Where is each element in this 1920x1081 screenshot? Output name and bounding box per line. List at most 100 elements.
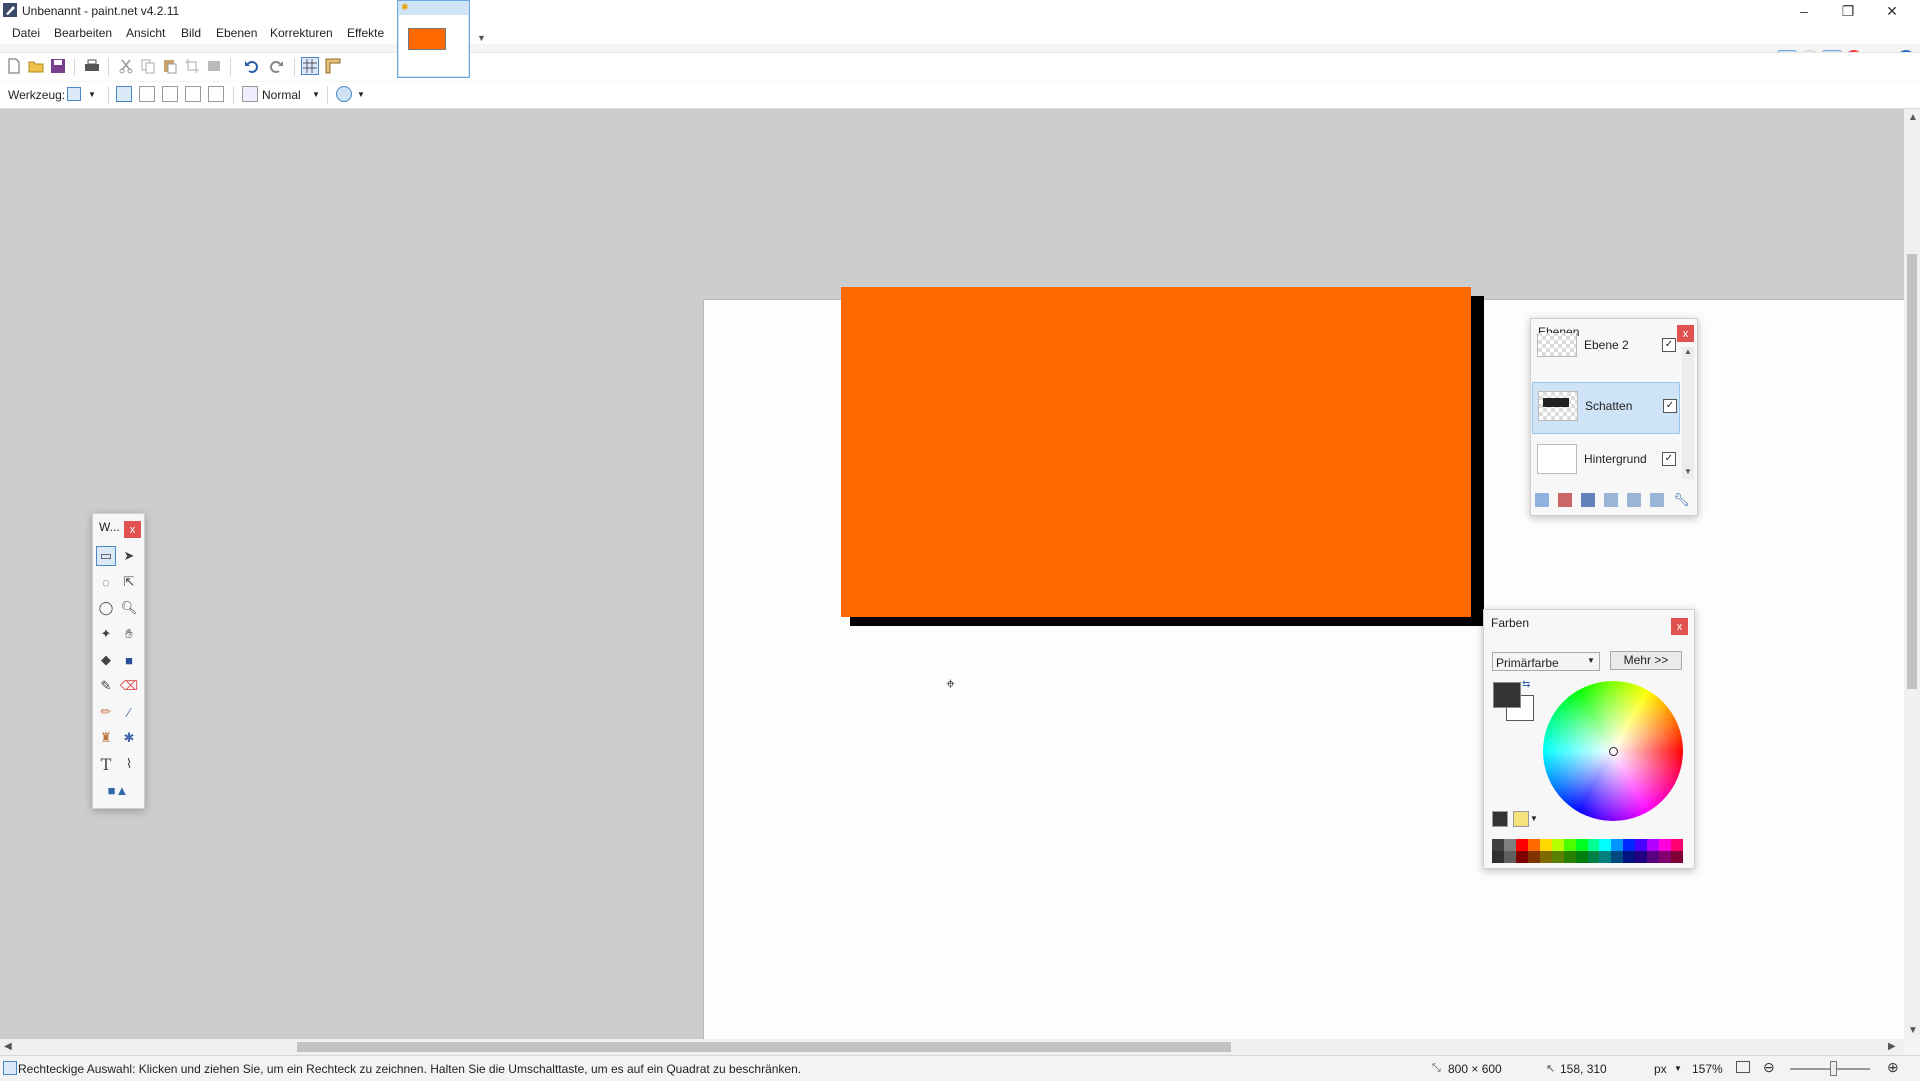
save-icon[interactable] <box>50 58 66 74</box>
unit-dropdown-icon[interactable]: ▼ <box>1674 1064 1682 1073</box>
crop-to-selection-icon[interactable] <box>184 58 200 74</box>
open-folder-icon[interactable] <box>28 58 44 74</box>
unit-select[interactable]: px <box>1654 1062 1667 1076</box>
lasso-select-tool-icon[interactable]: ◌ <box>96 572 116 592</box>
selection-quality-icon[interactable] <box>242 86 258 102</box>
duplicate-layer-icon[interactable] <box>1581 493 1595 507</box>
merge-layer-down-icon[interactable] <box>1604 493 1618 507</box>
pencil-tool-icon[interactable]: ✏︎ <box>96 702 116 722</box>
menu-bild[interactable]: Bild <box>181 26 201 40</box>
colors-window-close-button[interactable]: x <box>1671 618 1688 635</box>
layers-scrollbar[interactable]: ▲ ▼ <box>1682 347 1694 479</box>
zoom-tool-icon[interactable]: 🔍︎ <box>119 598 139 618</box>
move-selection-tool-icon[interactable]: ⇱ <box>119 572 139 592</box>
selection-mode-invert-icon[interactable] <box>208 86 224 102</box>
swap-colors-icon[interactable]: ⇆ <box>1522 679 1530 690</box>
selection-quality-select[interactable]: Normal <box>262 88 301 102</box>
recolor-tool-icon[interactable]: ✱ <box>119 728 139 748</box>
layer-thumbnail <box>1538 391 1578 421</box>
tool-dropdown-icon[interactable]: ▼ <box>88 90 96 99</box>
paintbrush-tool-icon[interactable]: ✎ <box>96 676 116 696</box>
cut-icon[interactable] <box>118 58 134 74</box>
more-button[interactable]: Mehr >> <box>1610 651 1682 670</box>
selection-mode-exclude-icon[interactable] <box>162 86 178 102</box>
menu-ebenen[interactable]: Ebenen <box>216 26 257 40</box>
zoom-slider-handle[interactable] <box>1830 1061 1837 1076</box>
move-selected-tool-icon[interactable]: ➤ <box>119 546 139 566</box>
palette-dropdown-icon[interactable]: ▼ <box>1530 814 1538 823</box>
palette-options-icon[interactable] <box>1492 811 1508 827</box>
paste-icon[interactable] <box>162 58 178 74</box>
menu-ansicht[interactable]: Ansicht <box>126 26 165 40</box>
color-wheel-marker[interactable] <box>1609 747 1618 756</box>
layers-scroll-up-icon[interactable]: ▲ <box>1684 347 1692 356</box>
minimize-button[interactable]: – <box>1782 0 1826 22</box>
zoom-to-window-icon[interactable] <box>1736 1061 1750 1073</box>
redo-icon[interactable] <box>268 58 284 74</box>
quality-dropdown-icon[interactable]: ▼ <box>312 90 320 99</box>
undo-icon[interactable] <box>244 58 260 74</box>
layer-properties-icon[interactable]: 🔧︎ <box>1673 493 1690 507</box>
scroll-left-icon[interactable]: ◀ <box>4 1041 12 1052</box>
menu-korrekturen[interactable]: Korrekturen <box>270 26 333 40</box>
shapes-tool-icon[interactable]: ■▲ <box>101 780 135 800</box>
selection-mode-union-icon[interactable] <box>139 86 155 102</box>
selection-mode-intersect-icon[interactable] <box>185 86 201 102</box>
color-palette[interactable] <box>1492 839 1683 863</box>
color-mode-select[interactable]: Primärfarbe ▼ <box>1492 652 1600 671</box>
layers-scroll-down-icon[interactable]: ▼ <box>1684 467 1692 476</box>
horizontal-scroll-thumb[interactable] <box>297 1042 1231 1052</box>
add-layer-icon[interactable] <box>1535 493 1549 507</box>
zoom-out-icon[interactable]: ⊖ <box>1763 1059 1775 1076</box>
color-picker-tool-icon[interactable]: ⁄ <box>119 702 139 722</box>
menu-datei[interactable]: Datei <box>12 26 40 40</box>
rectangle-select-tool-icon[interactable]: ▭ <box>96 546 116 566</box>
close-window-button[interactable]: ✕ <box>1870 0 1914 22</box>
delete-layer-icon[interactable] <box>1558 493 1572 507</box>
layer-row-ebene-2[interactable]: Ebene 2 ✓ <box>1532 333 1680 365</box>
clone-stamp-tool-icon[interactable]: ♜ <box>96 728 116 748</box>
deselect-icon[interactable] <box>206 58 222 74</box>
primary-color-swatch[interactable] <box>1493 682 1521 708</box>
image-tab-thumbnail[interactable]: ✱ <box>397 0 470 78</box>
selection-mode-replace-icon[interactable] <box>116 86 132 102</box>
tools-window-close-button[interactable]: x <box>124 521 141 538</box>
scroll-right-icon[interactable]: ▶ <box>1888 1041 1896 1052</box>
antialiasing-dropdown-icon[interactable]: ▼ <box>357 90 365 99</box>
copy-icon[interactable] <box>140 58 156 74</box>
vertical-scroll-thumb[interactable] <box>1907 254 1917 689</box>
layer-row-schatten[interactable]: Schatten ✓ <box>1532 382 1680 434</box>
scroll-down-icon[interactable]: ▼ <box>1908 1025 1918 1036</box>
ellipse-select-tool-icon[interactable]: ◯ <box>96 598 116 618</box>
current-tool-rect-select-icon[interactable] <box>67 87 81 101</box>
menu-effekte[interactable]: Effekte <box>347 26 384 40</box>
pixel-grid-icon[interactable] <box>301 57 319 75</box>
paint-bucket-tool-icon[interactable]: ◆ <box>96 650 116 670</box>
zoom-in-icon[interactable]: ⊕ <box>1887 1059 1899 1076</box>
vertical-scrollbar[interactable]: ▲ ▼ <box>1904 109 1920 1039</box>
scroll-up-icon[interactable]: ▲ <box>1908 112 1918 123</box>
layer-thumbnail <box>1537 333 1577 357</box>
layer-visibility-checkbox[interactable]: ✓ <box>1662 452 1676 466</box>
gradient-tool-icon[interactable]: ■ <box>119 650 139 670</box>
layer-row-hintergrund[interactable]: Hintergrund ✓ <box>1532 436 1680 488</box>
tab-dropdown-icon[interactable]: ▼ <box>477 33 486 43</box>
rulers-icon[interactable] <box>325 58 341 74</box>
move-layer-up-icon[interactable] <box>1627 493 1641 507</box>
menu-bearbeiten[interactable]: Bearbeiten <box>54 26 112 40</box>
layer-visibility-checkbox[interactable]: ✓ <box>1662 338 1676 352</box>
add-to-palette-icon[interactable] <box>1513 811 1529 827</box>
restore-button[interactable]: ❐ <box>1826 0 1870 22</box>
eraser-tool-icon[interactable]: ⌫ <box>119 676 139 696</box>
magic-wand-tool-icon[interactable]: ✦ <box>96 624 116 644</box>
text-tool-icon[interactable]: T <box>96 754 116 774</box>
print-icon[interactable] <box>84 58 100 74</box>
line-curve-tool-icon[interactable]: ⌇ <box>119 754 139 774</box>
pan-tool-icon[interactable]: ✋︎ <box>119 624 139 644</box>
new-file-icon[interactable] <box>6 58 22 74</box>
horizontal-scrollbar[interactable]: ◀ ▶ <box>0 1039 1904 1055</box>
layer-visibility-checkbox[interactable]: ✓ <box>1663 399 1677 413</box>
zoom-level[interactable]: 157% <box>1692 1062 1723 1076</box>
move-layer-down-icon[interactable] <box>1650 493 1664 507</box>
antialiasing-icon[interactable] <box>336 86 352 102</box>
